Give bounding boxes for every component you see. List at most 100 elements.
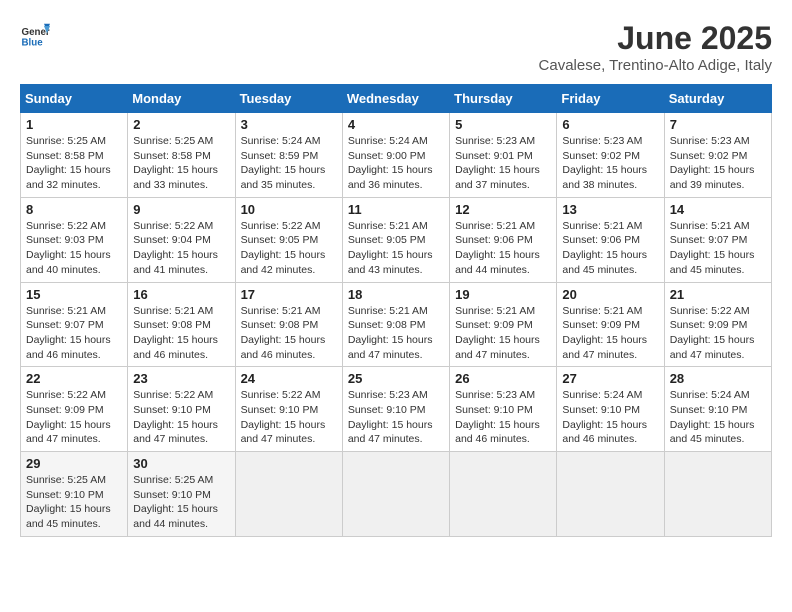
- day-info: Sunrise: 5:24 AM Sunset: 9:00 PM Dayligh…: [348, 134, 444, 193]
- calendar-cell: 18 Sunrise: 5:21 AM Sunset: 9:08 PM Dayl…: [342, 282, 449, 367]
- calendar-cell: 19 Sunrise: 5:21 AM Sunset: 9:09 PM Dayl…: [450, 282, 557, 367]
- day-number: 11: [348, 202, 444, 217]
- day-info: Sunrise: 5:22 AM Sunset: 9:09 PM Dayligh…: [26, 388, 122, 447]
- day-number: 23: [133, 371, 229, 386]
- calendar-cell: 9 Sunrise: 5:22 AM Sunset: 9:04 PM Dayli…: [128, 197, 235, 282]
- calendar-cell: 10 Sunrise: 5:22 AM Sunset: 9:05 PM Dayl…: [235, 197, 342, 282]
- calendar-cell: 21 Sunrise: 5:22 AM Sunset: 9:09 PM Dayl…: [664, 282, 771, 367]
- day-info: Sunrise: 5:21 AM Sunset: 9:06 PM Dayligh…: [562, 219, 658, 278]
- calendar-week-row: 22 Sunrise: 5:22 AM Sunset: 9:09 PM Dayl…: [21, 367, 772, 452]
- day-number: 2: [133, 117, 229, 132]
- calendar-cell: [450, 452, 557, 537]
- calendar-cell: 8 Sunrise: 5:22 AM Sunset: 9:03 PM Dayli…: [21, 197, 128, 282]
- calendar-cell: 5 Sunrise: 5:23 AM Sunset: 9:01 PM Dayli…: [450, 113, 557, 198]
- day-number: 9: [133, 202, 229, 217]
- day-info: Sunrise: 5:21 AM Sunset: 9:08 PM Dayligh…: [348, 304, 444, 363]
- day-number: 7: [670, 117, 766, 132]
- svg-text:Blue: Blue: [22, 38, 44, 49]
- day-info: Sunrise: 5:25 AM Sunset: 9:10 PM Dayligh…: [26, 473, 122, 532]
- calendar-cell: 15 Sunrise: 5:21 AM Sunset: 9:07 PM Dayl…: [21, 282, 128, 367]
- month-title: June 2025: [539, 20, 772, 57]
- day-info: Sunrise: 5:24 AM Sunset: 9:10 PM Dayligh…: [670, 388, 766, 447]
- day-number: 17: [241, 287, 337, 302]
- calendar-cell: 3 Sunrise: 5:24 AM Sunset: 8:59 PM Dayli…: [235, 113, 342, 198]
- day-number: 12: [455, 202, 551, 217]
- day-number: 30: [133, 456, 229, 471]
- calendar-cell: 27 Sunrise: 5:24 AM Sunset: 9:10 PM Dayl…: [557, 367, 664, 452]
- day-info: Sunrise: 5:21 AM Sunset: 9:05 PM Dayligh…: [348, 219, 444, 278]
- day-info: Sunrise: 5:22 AM Sunset: 9:09 PM Dayligh…: [670, 304, 766, 363]
- calendar-cell: 13 Sunrise: 5:21 AM Sunset: 9:06 PM Dayl…: [557, 197, 664, 282]
- calendar-week-row: 29 Sunrise: 5:25 AM Sunset: 9:10 PM Dayl…: [21, 452, 772, 537]
- day-info: Sunrise: 5:25 AM Sunset: 8:58 PM Dayligh…: [133, 134, 229, 193]
- calendar-week-row: 15 Sunrise: 5:21 AM Sunset: 9:07 PM Dayl…: [21, 282, 772, 367]
- day-number: 10: [241, 202, 337, 217]
- day-number: 16: [133, 287, 229, 302]
- day-number: 8: [26, 202, 122, 217]
- day-info: Sunrise: 5:21 AM Sunset: 9:07 PM Dayligh…: [26, 304, 122, 363]
- day-number: 29: [26, 456, 122, 471]
- calendar-cell: 20 Sunrise: 5:21 AM Sunset: 9:09 PM Dayl…: [557, 282, 664, 367]
- calendar-week-row: 8 Sunrise: 5:22 AM Sunset: 9:03 PM Dayli…: [21, 197, 772, 282]
- day-number: 21: [670, 287, 766, 302]
- calendar-cell: 28 Sunrise: 5:24 AM Sunset: 9:10 PM Dayl…: [664, 367, 771, 452]
- weekday-header: Tuesday: [235, 85, 342, 113]
- weekday-header: Friday: [557, 85, 664, 113]
- day-number: 19: [455, 287, 551, 302]
- calendar-cell: [664, 452, 771, 537]
- calendar-cell: 22 Sunrise: 5:22 AM Sunset: 9:09 PM Dayl…: [21, 367, 128, 452]
- day-number: 27: [562, 371, 658, 386]
- page-header: General Blue June 2025 Cavalese, Trentin…: [20, 20, 772, 74]
- day-info: Sunrise: 5:21 AM Sunset: 9:08 PM Dayligh…: [133, 304, 229, 363]
- calendar-cell: 23 Sunrise: 5:22 AM Sunset: 9:10 PM Dayl…: [128, 367, 235, 452]
- calendar-cell: 2 Sunrise: 5:25 AM Sunset: 8:58 PM Dayli…: [128, 113, 235, 198]
- day-info: Sunrise: 5:22 AM Sunset: 9:03 PM Dayligh…: [26, 219, 122, 278]
- calendar-cell: 14 Sunrise: 5:21 AM Sunset: 9:07 PM Dayl…: [664, 197, 771, 282]
- calendar-cell: 30 Sunrise: 5:25 AM Sunset: 9:10 PM Dayl…: [128, 452, 235, 537]
- weekday-header: Monday: [128, 85, 235, 113]
- day-info: Sunrise: 5:21 AM Sunset: 9:09 PM Dayligh…: [562, 304, 658, 363]
- calendar-cell: 6 Sunrise: 5:23 AM Sunset: 9:02 PM Dayli…: [557, 113, 664, 198]
- day-number: 25: [348, 371, 444, 386]
- calendar-cell: 7 Sunrise: 5:23 AM Sunset: 9:02 PM Dayli…: [664, 113, 771, 198]
- weekday-header: Wednesday: [342, 85, 449, 113]
- day-info: Sunrise: 5:23 AM Sunset: 9:10 PM Dayligh…: [348, 388, 444, 447]
- calendar-cell: 1 Sunrise: 5:25 AM Sunset: 8:58 PM Dayli…: [21, 113, 128, 198]
- day-number: 22: [26, 371, 122, 386]
- day-number: 26: [455, 371, 551, 386]
- day-info: Sunrise: 5:21 AM Sunset: 9:07 PM Dayligh…: [670, 219, 766, 278]
- day-number: 28: [670, 371, 766, 386]
- logo-icon: General Blue: [20, 20, 50, 50]
- calendar-table: SundayMondayTuesdayWednesdayThursdayFrid…: [20, 84, 772, 537]
- weekday-header: Thursday: [450, 85, 557, 113]
- day-info: Sunrise: 5:24 AM Sunset: 8:59 PM Dayligh…: [241, 134, 337, 193]
- day-number: 6: [562, 117, 658, 132]
- day-number: 24: [241, 371, 337, 386]
- calendar-cell: 4 Sunrise: 5:24 AM Sunset: 9:00 PM Dayli…: [342, 113, 449, 198]
- calendar-cell: 16 Sunrise: 5:21 AM Sunset: 9:08 PM Dayl…: [128, 282, 235, 367]
- day-info: Sunrise: 5:25 AM Sunset: 8:58 PM Dayligh…: [26, 134, 122, 193]
- day-number: 5: [455, 117, 551, 132]
- calendar-cell: [235, 452, 342, 537]
- day-number: 18: [348, 287, 444, 302]
- day-info: Sunrise: 5:23 AM Sunset: 9:02 PM Dayligh…: [562, 134, 658, 193]
- day-info: Sunrise: 5:22 AM Sunset: 9:04 PM Dayligh…: [133, 219, 229, 278]
- day-info: Sunrise: 5:23 AM Sunset: 9:01 PM Dayligh…: [455, 134, 551, 193]
- calendar-week-row: 1 Sunrise: 5:25 AM Sunset: 8:58 PM Dayli…: [21, 113, 772, 198]
- day-number: 13: [562, 202, 658, 217]
- calendar-cell: 11 Sunrise: 5:21 AM Sunset: 9:05 PM Dayl…: [342, 197, 449, 282]
- day-info: Sunrise: 5:21 AM Sunset: 9:08 PM Dayligh…: [241, 304, 337, 363]
- calendar-cell: 26 Sunrise: 5:23 AM Sunset: 9:10 PM Dayl…: [450, 367, 557, 452]
- day-info: Sunrise: 5:21 AM Sunset: 9:06 PM Dayligh…: [455, 219, 551, 278]
- day-info: Sunrise: 5:23 AM Sunset: 9:10 PM Dayligh…: [455, 388, 551, 447]
- day-number: 15: [26, 287, 122, 302]
- day-number: 1: [26, 117, 122, 132]
- calendar-cell: 25 Sunrise: 5:23 AM Sunset: 9:10 PM Dayl…: [342, 367, 449, 452]
- calendar-header-row: SundayMondayTuesdayWednesdayThursdayFrid…: [21, 85, 772, 113]
- logo: General Blue: [20, 20, 50, 50]
- calendar-cell: 12 Sunrise: 5:21 AM Sunset: 9:06 PM Dayl…: [450, 197, 557, 282]
- day-info: Sunrise: 5:25 AM Sunset: 9:10 PM Dayligh…: [133, 473, 229, 532]
- weekday-header: Sunday: [21, 85, 128, 113]
- calendar-cell: 29 Sunrise: 5:25 AM Sunset: 9:10 PM Dayl…: [21, 452, 128, 537]
- title-block: June 2025 Cavalese, Trentino-Alto Adige,…: [539, 20, 772, 74]
